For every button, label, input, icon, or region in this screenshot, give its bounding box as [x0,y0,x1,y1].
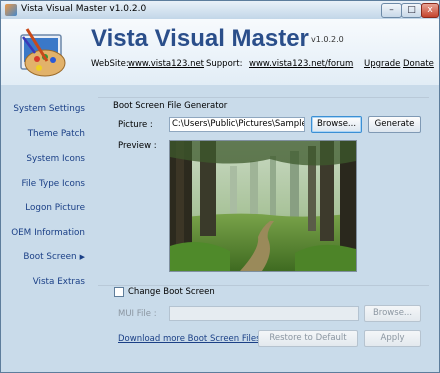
generate-button[interactable]: Generate [368,116,421,133]
sidebar-item-system-settings[interactable]: System Settings [1,104,85,114]
boot-screen-preview-image [169,140,357,272]
browse-picture-button[interactable]: Browse... [311,116,362,133]
support-link[interactable]: www.vista123.net/forum [249,59,353,69]
close-button[interactable]: x [421,3,439,18]
website-link[interactable]: www.vista123.net [128,59,204,69]
boot-screen-generator-group: Boot Screen File Generator Picture : C:\… [98,97,429,278]
sidebar-item-system-icons[interactable]: System Icons [1,154,85,164]
support-label: Support: [206,59,243,69]
version-label: v1.0.2.0 [311,35,344,44]
window-title: Vista Visual Master v1.0.2.0 [21,4,147,14]
upgrade-link[interactable]: Upgrade [364,59,400,69]
app-window: Vista Visual Master v1.0.2.0 – □ x Vista… [0,0,440,373]
donate-link[interactable]: Donate [403,59,434,69]
sidebar-item-vista-extras[interactable]: Vista Extras [1,277,85,287]
download-boot-screens-link[interactable]: Download more Boot Screen Files [118,334,261,344]
change-boot-screen-checkbox[interactable] [114,287,124,297]
sidebar-item-boot-screen[interactable]: Boot Screen ▶ [1,252,85,262]
sidebar-item-label: Boot Screen [23,252,77,262]
browse-mui-button[interactable]: Browse... [364,305,421,322]
sidebar-item-theme-patch[interactable]: Theme Patch [1,129,85,139]
app-icon [5,4,17,16]
change-boot-screen-group: Change Boot Screen MUI File : Browse... … [98,285,429,361]
chevron-right-icon: ▶ [79,253,85,261]
app-name: Vista Visual Master [91,25,309,52]
minimize-button[interactable]: – [381,3,402,18]
group-title: Boot Screen File Generator [111,101,230,111]
preview-label: Preview : [118,141,157,151]
restore-default-button[interactable]: Restore to Default [258,330,358,347]
sidebar-item-logon-picture[interactable]: Logon Picture [1,203,85,213]
mui-file-label: MUI File : [118,309,157,319]
sidebar-item-file-type-icons[interactable]: File Type Icons [1,179,86,189]
website-label: WebSite: [91,59,129,69]
header-banner: Vista Visual Master v1.0.2.0 WebSite: ww… [1,19,439,85]
apply-button[interactable]: Apply [364,330,421,347]
picture-path-field[interactable]: C:\Users\Public\Pictures\Sample Pi [169,117,305,132]
maximize-button[interactable]: □ [401,3,422,18]
change-boot-screen-label: Change Boot Screen [128,287,215,297]
picture-label: Picture : [118,120,153,130]
title-bar[interactable]: Vista Visual Master v1.0.2.0 – □ x [1,1,439,19]
paint-palette-icon [20,28,66,77]
mui-file-field[interactable] [169,306,359,321]
sidebar-item-oem-information[interactable]: OEM Information [1,228,85,238]
